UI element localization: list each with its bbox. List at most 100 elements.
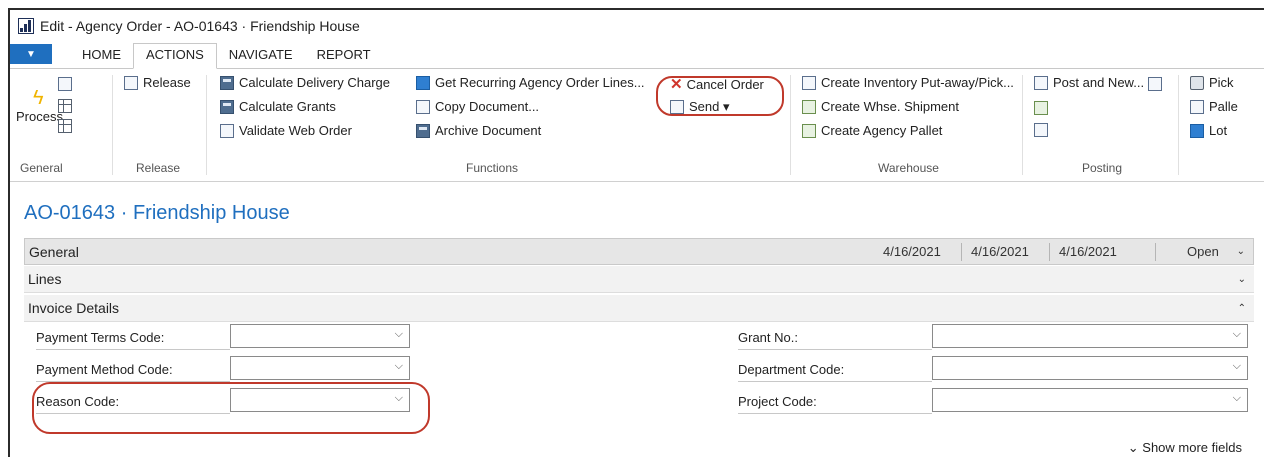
pick-label: Pick — [1209, 75, 1234, 90]
post-batch-icon[interactable] — [1034, 101, 1048, 115]
fasttab-lines-label: Lines — [28, 271, 62, 287]
tab-navigate[interactable]: NAVIGATE — [217, 44, 305, 68]
create-put-away-label: Create Inventory Put-away/Pick... — [821, 75, 1014, 90]
fasttab-invoice-details[interactable]: Invoice Details ⌃ — [24, 295, 1254, 322]
project-code-dropdown[interactable]: ⌵ — [932, 388, 1248, 412]
recurring-lines-icon — [416, 75, 430, 90]
chevron-down-icon[interactable]: ⌄ — [1238, 274, 1246, 285]
lot-button[interactable]: Lot — [1190, 123, 1227, 138]
document-date: 4/16/2021 — [1059, 244, 1117, 259]
create-agency-pallet-button[interactable]: Create Agency Pallet — [802, 123, 942, 138]
divider — [961, 243, 962, 261]
shipment-icon — [802, 99, 816, 114]
group-label-warehouse: Warehouse — [878, 161, 939, 175]
put-away-icon — [802, 75, 816, 90]
grid-icon[interactable] — [58, 119, 72, 133]
chevron-down-icon: ⌵ — [1232, 360, 1241, 372]
post-icon — [1034, 75, 1048, 90]
archive-document-button[interactable]: Archive Document — [416, 123, 541, 138]
group-divider — [790, 75, 791, 175]
copy-document-icon — [416, 99, 430, 114]
lightning-icon[interactable]: ϟ — [33, 87, 44, 110]
fasttab-invoice-label: Invoice Details — [28, 300, 120, 316]
status-badge: Open — [1187, 244, 1219, 259]
copy-document-button[interactable]: Copy Document... — [416, 99, 539, 114]
document-icon[interactable] — [58, 77, 72, 91]
department-code-dropdown[interactable]: ⌵ — [932, 356, 1248, 380]
department-code-label: Department Code: — [738, 362, 845, 377]
divider — [1049, 243, 1050, 261]
title-bar: Edit - Agency Order - AO-01643 · Friends… — [10, 10, 1264, 42]
post-preview-icon[interactable] — [1148, 77, 1162, 91]
validate-web-order-label: Validate Web Order — [239, 123, 352, 138]
payment-terms-dropdown[interactable]: ⌵ — [230, 324, 410, 348]
get-recurring-lines-button[interactable]: Get Recurring Agency Order Lines... — [416, 75, 645, 90]
validate-icon — [220, 123, 234, 138]
post-and-new-button[interactable]: Post and New... — [1034, 75, 1144, 90]
chevron-up-icon[interactable]: ⌃ — [1238, 303, 1246, 314]
fasttab-lines[interactable]: Lines ⌄ — [24, 266, 1254, 293]
show-more-label: Show more fields — [1142, 440, 1242, 455]
order-date: 4/16/2021 — [883, 244, 941, 259]
pallet-button[interactable]: Palle — [1190, 99, 1238, 114]
test-report-icon[interactable] — [1034, 123, 1048, 137]
calculate-grants-label: Calculate Grants — [239, 99, 336, 114]
ribbon: ϟ Process General Release Release Calcul… — [10, 69, 1264, 182]
tab-home[interactable]: HOME — [70, 44, 133, 68]
field-underline — [738, 413, 932, 414]
grid-icon[interactable] — [58, 99, 72, 113]
chevron-down-icon[interactable]: ⌄ — [1237, 246, 1245, 257]
calculate-grants-button[interactable]: Calculate Grants — [220, 99, 336, 114]
calculate-delivery-charge-button[interactable]: Calculate Delivery Charge — [220, 75, 390, 90]
reason-code-highlight — [32, 382, 430, 434]
release-label: Release — [143, 75, 191, 90]
field-underline — [738, 381, 932, 382]
pallet-icon — [802, 123, 816, 138]
fasttab-general[interactable]: General 4/16/2021 4/16/2021 4/16/2021 Op… — [24, 238, 1254, 265]
payment-method-dropdown[interactable]: ⌵ — [230, 356, 410, 380]
printer-icon — [1190, 75, 1204, 90]
validate-web-order-button[interactable]: Validate Web Order — [220, 123, 352, 138]
group-divider — [206, 75, 207, 175]
page-title: AO-01643 · Friendship House — [24, 202, 290, 224]
divider — [1155, 243, 1156, 261]
create-put-away-button[interactable]: Create Inventory Put-away/Pick... — [802, 75, 1014, 90]
release-icon — [124, 75, 138, 90]
tab-actions[interactable]: ACTIONS — [133, 43, 217, 69]
archive-icon — [416, 123, 430, 138]
create-whse-shipment-label: Create Whse. Shipment — [821, 99, 960, 114]
grant-no-label: Grant No.: — [738, 330, 798, 345]
process-button[interactable]: Process — [16, 109, 63, 124]
pallet-report-icon — [1190, 99, 1204, 114]
dynamics-logo-icon — [18, 18, 34, 34]
chevron-down-icon: ⌄ — [1127, 440, 1139, 455]
fasttab-general-label: General — [29, 243, 79, 260]
tab-report[interactable]: REPORT — [305, 44, 383, 68]
post-and-new-label: Post and New... — [1053, 75, 1145, 90]
group-label-posting: Posting — [1082, 161, 1123, 175]
grant-no-dropdown[interactable]: ⌵ — [932, 324, 1248, 348]
group-divider — [1022, 75, 1023, 175]
project-code-label: Project Code: — [738, 394, 817, 409]
payment-method-label: Payment Method Code: — [36, 362, 173, 377]
chevron-down-icon: ⌵ — [394, 360, 403, 372]
chevron-down-icon: ⌵ — [1232, 392, 1241, 404]
field-underline — [738, 349, 932, 350]
field-underline — [36, 349, 230, 350]
group-divider — [112, 75, 113, 175]
show-more-fields-link[interactable]: ⌄ Show more fields — [1128, 440, 1242, 456]
app-window: Edit - Agency Order - AO-01643 · Friends… — [8, 8, 1264, 457]
app-menu-button[interactable]: ▼ — [10, 44, 52, 64]
archive-document-label: Archive Document — [435, 123, 542, 138]
group-label-functions: Functions — [466, 161, 519, 175]
get-recurring-lines-label: Get Recurring Agency Order Lines... — [435, 75, 645, 90]
group-divider — [1178, 75, 1179, 175]
group-label-general: General — [20, 161, 63, 175]
chevron-down-icon: ⌵ — [394, 328, 403, 340]
process-label: Process — [16, 109, 63, 124]
copy-document-label: Copy Document... — [435, 99, 540, 114]
calculate-delivery-charge-label: Calculate Delivery Charge — [239, 75, 391, 90]
pick-button[interactable]: Pick — [1190, 75, 1234, 90]
release-button[interactable]: Release — [124, 75, 191, 90]
create-whse-shipment-button[interactable]: Create Whse. Shipment — [802, 99, 959, 114]
